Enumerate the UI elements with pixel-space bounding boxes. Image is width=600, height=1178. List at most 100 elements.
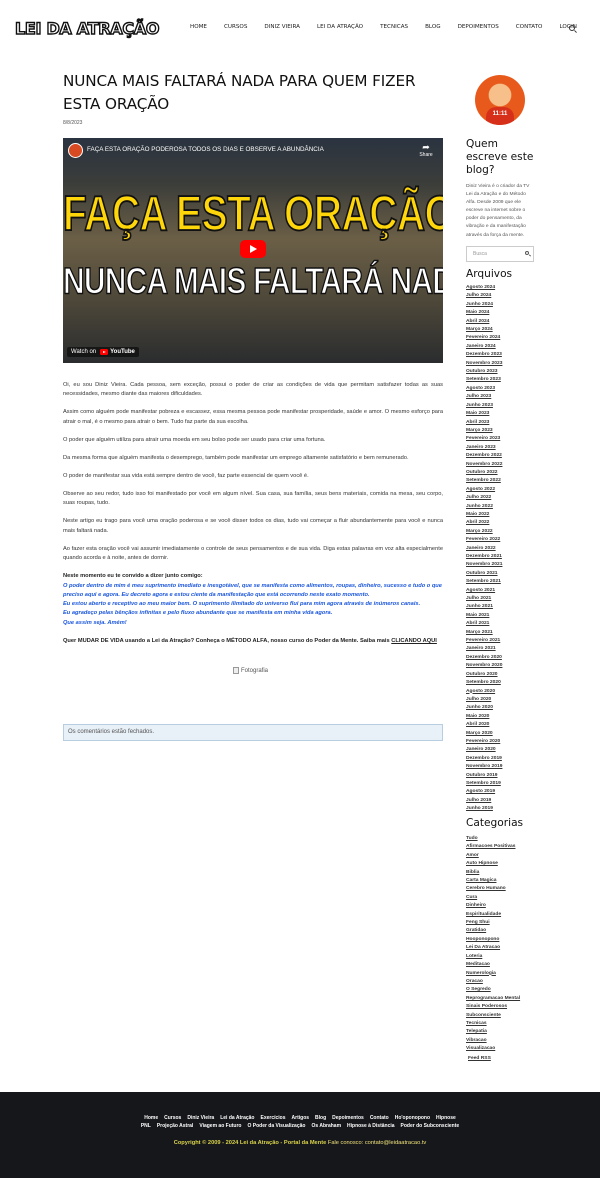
archive-link[interactable]: Junho 2023: [466, 402, 546, 410]
archive-link[interactable]: Junho 2019: [466, 805, 546, 813]
watch-on-youtube-button[interactable]: Watch on YouTube: [67, 347, 139, 357]
nav-contato[interactable]: CONTATO: [516, 24, 543, 30]
archive-link[interactable]: Janeiro 2022: [466, 545, 546, 553]
archive-link[interactable]: Dezembro 2019: [466, 755, 546, 763]
footer-link-os-abraham[interactable]: Os Abraham: [311, 1123, 341, 1129]
archive-link[interactable]: Agosto 2021: [466, 587, 546, 595]
category-link-espiritualidade[interactable]: Espiritualidade: [466, 911, 546, 919]
search-icon[interactable]: [569, 25, 575, 31]
category-link-visualizacao[interactable]: Visualizacao: [466, 1045, 546, 1053]
category-link-gratidao[interactable]: Gratidao: [466, 927, 546, 935]
category-link-vibracao[interactable]: Vibracao: [466, 1037, 546, 1045]
nav-blog[interactable]: BLOG: [425, 24, 441, 30]
archive-link[interactable]: Fevereiro 2022: [466, 536, 546, 544]
archive-link[interactable]: Outubro 2020: [466, 671, 546, 679]
archive-link[interactable]: Novembro 2023: [466, 360, 546, 368]
footer-link-poder-do-subconsciente[interactable]: Poder do Subconsciente: [401, 1123, 460, 1129]
category-link-dinheiro[interactable]: Dinheiro: [466, 902, 546, 910]
category-link-tudo[interactable]: Tudo: [466, 835, 546, 843]
archive-link[interactable]: Novembro 2020: [466, 662, 546, 670]
archive-link[interactable]: Outubro 2023: [466, 368, 546, 376]
category-link-biblia[interactable]: Biblia: [466, 869, 546, 877]
search-icon[interactable]: [525, 251, 529, 255]
archive-link[interactable]: Maio 2023: [466, 410, 546, 418]
footer-link-blog[interactable]: Blog: [315, 1115, 326, 1121]
archive-link[interactable]: Setembro 2023: [466, 376, 546, 384]
site-logo[interactable]: LEI DA ATRAÇÃO: [14, 18, 160, 38]
archive-link[interactable]: Julho 2024: [466, 292, 546, 300]
archive-link[interactable]: Outubro 2022: [466, 469, 546, 477]
share-button[interactable]: ➦ Share: [416, 143, 436, 159]
footer-link-exercicios[interactable]: Exercícios: [261, 1115, 286, 1121]
archive-link[interactable]: Março 2020: [466, 730, 546, 738]
archive-link[interactable]: Janeiro 2023: [466, 444, 546, 452]
archive-link[interactable]: Setembro 2021: [466, 578, 546, 586]
sidebar-search-input[interactable]: Busca: [466, 246, 534, 262]
footer-link-hipnose[interactable]: Hipnose: [436, 1115, 456, 1121]
archive-link[interactable]: Dezembro 2020: [466, 654, 546, 662]
footer-link-artigos[interactable]: Artigos: [292, 1115, 310, 1121]
footer-link-pnl[interactable]: PNL: [141, 1123, 151, 1129]
archive-link[interactable]: Julho 2023: [466, 393, 546, 401]
footer-link-cursos[interactable]: Cursos: [164, 1115, 181, 1121]
archive-link[interactable]: Julho 2021: [466, 595, 546, 603]
archive-link[interactable]: Dezembro 2022: [466, 452, 546, 460]
archive-link[interactable]: Setembro 2022: [466, 477, 546, 485]
nav-lei-da-atracao[interactable]: LEI DA ATRAÇÃO: [317, 24, 363, 30]
archive-link[interactable]: Fevereiro 2020: [466, 738, 546, 746]
nav-tecnicas[interactable]: TECNICAS: [380, 24, 408, 30]
archive-link[interactable]: Agosto 2022: [466, 486, 546, 494]
video-embed[interactable]: FAÇA ESTA ORAÇÃO PODEROSA TODOS OS DIAS …: [63, 138, 443, 363]
category-link-amor[interactable]: Amor: [466, 852, 546, 860]
archive-link[interactable]: Abril 2024: [466, 318, 546, 326]
archive-link[interactable]: Novembro 2022: [466, 461, 546, 469]
nav-depoimentos[interactable]: DEPOIMENTOS: [458, 24, 499, 30]
archive-link[interactable]: Maio 2021: [466, 612, 546, 620]
archive-link[interactable]: Dezembro 2023: [466, 351, 546, 359]
category-link-cura[interactable]: Cura: [466, 894, 546, 902]
archive-link[interactable]: Março 2022: [466, 528, 546, 536]
archive-link[interactable]: Agosto 2019: [466, 788, 546, 796]
archive-link[interactable]: Agosto 2023: [466, 385, 546, 393]
archive-link[interactable]: Julho 2022: [466, 494, 546, 502]
category-link-oracao[interactable]: Oracao: [466, 978, 546, 986]
archive-link[interactable]: Março 2023: [466, 427, 546, 435]
footer-link-ho-oponopono[interactable]: Ho'oponopono: [395, 1115, 430, 1121]
category-link-subconsciente[interactable]: Subconsciente: [466, 1012, 546, 1020]
archive-link[interactable]: Junho 2020: [466, 704, 546, 712]
category-link-meditacao[interactable]: Meditacao: [466, 961, 546, 969]
archive-link[interactable]: Abril 2022: [466, 519, 546, 527]
nav-diniz-vieira[interactable]: DINIZ VIEIRA: [264, 24, 300, 30]
play-icon[interactable]: [240, 240, 266, 258]
archive-link[interactable]: Abril 2023: [466, 419, 546, 427]
category-link-feng-shui[interactable]: Feng Shui: [466, 919, 546, 927]
archive-link[interactable]: Abril 2021: [466, 620, 546, 628]
archive-link[interactable]: Fevereiro 2023: [466, 435, 546, 443]
cta-link[interactable]: CLICANDO AQUI: [391, 638, 437, 644]
category-link-lei-da-atracao[interactable]: Lei Da Atracao: [466, 944, 546, 952]
archive-link[interactable]: Setembro 2020: [466, 679, 546, 687]
category-link-afirmacoes-positivas[interactable]: Afirmacoes Positivas: [466, 843, 546, 851]
archive-link[interactable]: Novembro 2021: [466, 561, 546, 569]
footer-link-hipnose-a-distancia[interactable]: Hipnose à Distância: [347, 1123, 395, 1129]
category-link-telepatia[interactable]: Telepatia: [466, 1028, 546, 1036]
archive-link[interactable]: Junho 2021: [466, 603, 546, 611]
channel-avatar[interactable]: [68, 143, 83, 158]
archive-link[interactable]: Novembro 2019: [466, 763, 546, 771]
archive-link[interactable]: Setembro 2019: [466, 780, 546, 788]
footer-link-o-poder-da-visualizacao[interactable]: O Poder da Visualização: [247, 1123, 305, 1129]
archive-link[interactable]: Janeiro 2020: [466, 746, 546, 754]
footer-link-lei-da-atracao[interactable]: Lei da Atração: [220, 1115, 254, 1121]
category-link-numerologia[interactable]: Numerologia: [466, 970, 546, 978]
archive-link[interactable]: Março 2021: [466, 629, 546, 637]
archive-link[interactable]: Julho 2020: [466, 696, 546, 704]
nav-home[interactable]: Home: [190, 24, 207, 30]
archive-link[interactable]: Junho 2024: [466, 301, 546, 309]
video-title[interactable]: FAÇA ESTA ORAÇÃO PODEROSA TODOS OS DIAS …: [87, 146, 324, 153]
archive-link[interactable]: Agosto 2024: [466, 284, 546, 292]
category-link-reprogramacao-mental[interactable]: Reprogramacao Mental: [466, 995, 546, 1003]
category-link-sinais-poderosos[interactable]: Sinais Poderosos: [466, 1003, 546, 1011]
category-link-cerebro-humano[interactable]: Cerebro Humano: [466, 885, 546, 893]
archive-link[interactable]: Dezembro 2021: [466, 553, 546, 561]
archive-link[interactable]: Maio 2022: [466, 511, 546, 519]
